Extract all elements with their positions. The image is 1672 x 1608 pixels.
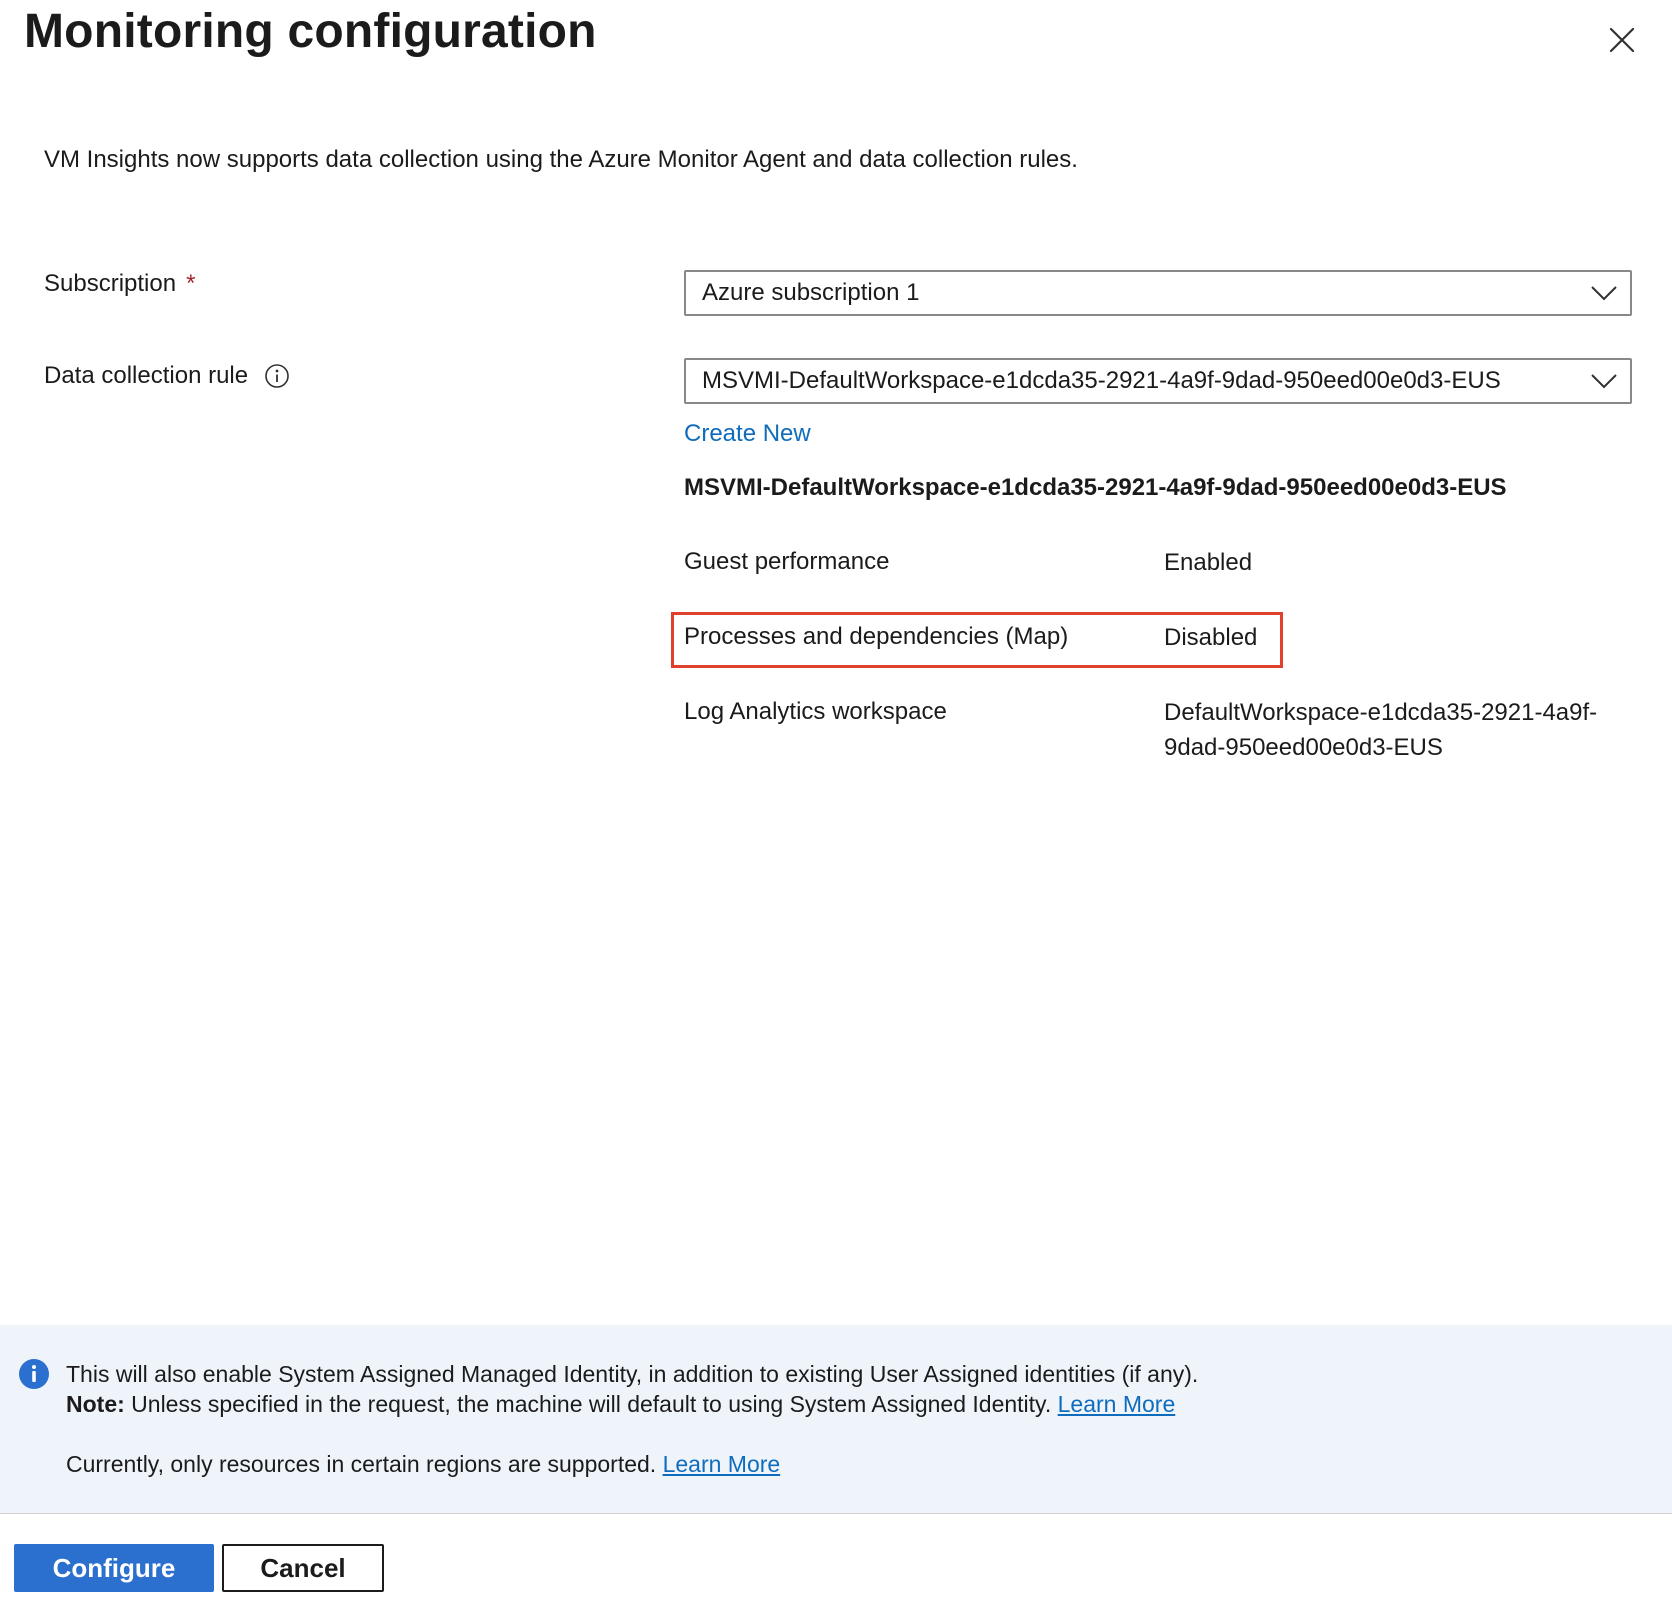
prop-value-log-analytics: DefaultWorkspace-e1dcda35-2921-4a9f- 9da… bbox=[1164, 695, 1597, 765]
configure-button[interactable]: Configure bbox=[14, 1544, 214, 1592]
dcr-label-row: Data collection rule bbox=[44, 362, 290, 390]
footer-divider bbox=[0, 1513, 1672, 1514]
subscription-dropdown[interactable]: Azure subscription 1 bbox=[684, 270, 1632, 316]
prop-key-guest-performance: Guest performance bbox=[684, 548, 890, 575]
dcr-value: MSVMI-DefaultWorkspace-e1dcda35-2921-4a9… bbox=[702, 367, 1501, 394]
banner-line-note: Note: Unless specified in the request, t… bbox=[66, 1391, 1175, 1418]
note-label: Note: bbox=[66, 1391, 125, 1417]
intro-text: VM Insights now supports data collection… bbox=[44, 146, 1078, 173]
prop-key-log-analytics: Log Analytics workspace bbox=[684, 698, 947, 725]
banner-line-regions: Currently, only resources in certain reg… bbox=[66, 1451, 780, 1478]
prop-value-log-analytics-line1: DefaultWorkspace-e1dcda35-2921-4a9f- bbox=[1164, 699, 1598, 726]
required-marker: * bbox=[186, 270, 196, 297]
banner-line-identity: This will also enable System Assigned Ma… bbox=[66, 1361, 1199, 1387]
page-title: Monitoring configuration bbox=[24, 5, 597, 58]
subscription-label-row: Subscription * bbox=[44, 270, 195, 298]
regions-text: Currently, only resources in certain reg… bbox=[66, 1451, 663, 1477]
chevron-down-icon bbox=[1591, 286, 1617, 301]
note-text: Unless specified in the request, the mac… bbox=[124, 1391, 1058, 1417]
learn-more-link-identity[interactable]: Learn More bbox=[1058, 1391, 1176, 1417]
prop-value-log-analytics-line2: 9dad-950eed00e0d3-EUS bbox=[1164, 734, 1443, 761]
dcr-dropdown[interactable]: MSVMI-DefaultWorkspace-e1dcda35-2921-4a9… bbox=[684, 358, 1632, 404]
close-button[interactable] bbox=[1600, 18, 1644, 62]
info-icon[interactable] bbox=[264, 363, 290, 389]
info-icon bbox=[19, 1359, 49, 1389]
rule-name: MSVMI-DefaultWorkspace-e1dcda35-2921-4a9… bbox=[684, 474, 1507, 501]
subscription-value: Azure subscription 1 bbox=[702, 279, 920, 306]
learn-more-link-regions[interactable]: Learn More bbox=[663, 1451, 781, 1477]
prop-key-processes-map: Processes and dependencies (Map) bbox=[684, 623, 1069, 650]
info-banner bbox=[0, 1325, 1672, 1513]
subscription-label: Subscription bbox=[44, 270, 177, 297]
close-icon bbox=[1609, 27, 1635, 53]
dcr-label: Data collection rule bbox=[44, 362, 249, 389]
prop-value-processes-map: Disabled bbox=[1164, 624, 1258, 651]
chevron-down-icon bbox=[1591, 374, 1617, 389]
cancel-button[interactable]: Cancel bbox=[222, 1544, 384, 1592]
prop-value-guest-performance: Enabled bbox=[1164, 549, 1253, 576]
create-new-link[interactable]: Create New bbox=[684, 420, 811, 448]
